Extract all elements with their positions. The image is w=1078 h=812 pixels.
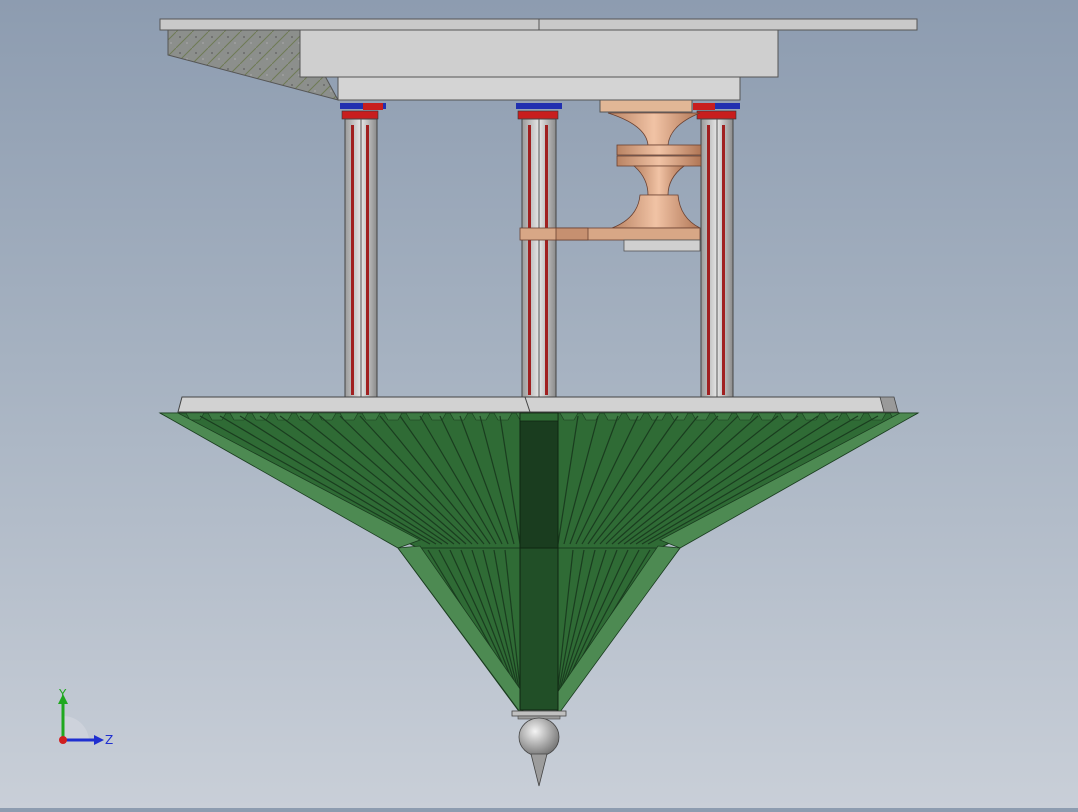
funnel-structure xyxy=(158,412,920,713)
coordinate-triad-icon: Y Z xyxy=(50,684,122,756)
z-axis-label: Z xyxy=(105,733,113,747)
funnel-tip xyxy=(511,710,567,787)
model-viewport[interactable]: Y Z xyxy=(0,0,1078,808)
x-axis-dot xyxy=(59,736,67,744)
column-left xyxy=(344,118,378,399)
y-axis-label: Y xyxy=(58,687,67,701)
top-deck xyxy=(159,18,918,113)
triad-quadrant xyxy=(63,715,89,740)
column-center xyxy=(521,118,557,399)
model-drawing xyxy=(158,18,920,787)
lower-deck xyxy=(177,396,900,413)
column-right xyxy=(700,118,734,399)
